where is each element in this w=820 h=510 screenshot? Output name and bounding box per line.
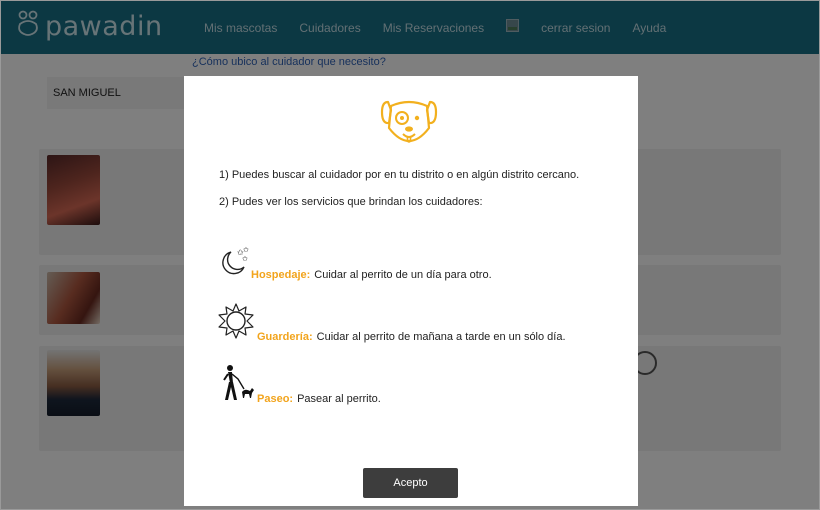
instruction-2: 2) Pudes ver los servicios que brindan l…: [219, 196, 483, 208]
service-description: Cuidar al perrito de un día para otro.: [314, 269, 492, 281]
service-description: Cuidar al perrito de mañana a tarde en u…: [316, 331, 566, 343]
svg-text:✩: ✩: [242, 255, 248, 263]
help-modal: 1) Puedes buscar al cuidador por en tu d…: [184, 76, 638, 506]
accept-button[interactable]: Acepto: [363, 468, 458, 498]
service-paseo: Paseo: Pasear al perrito.: [217, 364, 381, 405]
service-name: Hospedaje:: [251, 269, 311, 281]
service-hospedaje: ✩ ✩ ✩ Hospedaje: Cuidar al perrito de un…: [217, 246, 492, 281]
dog-walker-icon: [217, 364, 255, 405]
svg-text:✩: ✩: [243, 246, 249, 254]
service-description: Pasear al perrito.: [297, 393, 381, 405]
service-guarderia: Guardería: Cuidar al perrito de mañana a…: [217, 302, 566, 343]
moon-stars-icon: ✩ ✩ ✩: [217, 246, 249, 281]
instruction-1: 1) Puedes buscar al cuidador por en tu d…: [219, 169, 580, 181]
sun-icon: [217, 302, 255, 343]
service-name: Paseo:: [257, 393, 294, 405]
app-window: pawadin Mis mascotas Cuidadores Mis Rese…: [0, 0, 820, 510]
dog-face-icon: [379, 96, 439, 155]
service-name: Guardería:: [257, 331, 313, 343]
